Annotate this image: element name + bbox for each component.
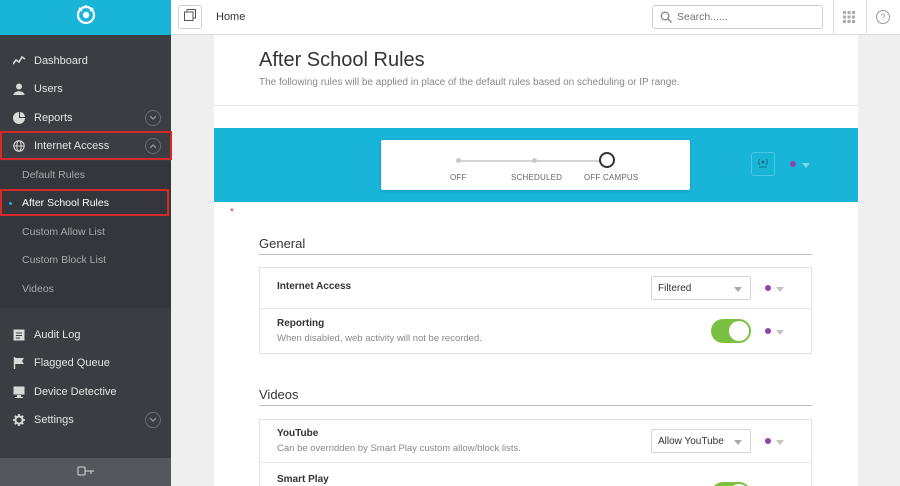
help-icon[interactable]: ?: [876, 10, 890, 24]
section-rule: [259, 254, 812, 255]
sidebar-subitem-default-rules[interactable]: Default Rules: [0, 161, 171, 189]
chevron-down-icon[interactable]: [145, 412, 161, 428]
sidebar-item-audit-log[interactable]: Audit Log: [0, 321, 171, 349]
sidebar-item-flagged-queue[interactable]: Flagged Queue: [0, 349, 171, 377]
sidebar-item-label: Dashboard: [34, 55, 88, 67]
sidebar-subitem-label: Default Rules: [22, 169, 86, 181]
search-input[interactable]: [677, 11, 807, 23]
sidebar-item-label: Settings: [34, 414, 74, 426]
sidebar: Dashboard Users Reports Internet Access: [0, 0, 172, 486]
chevron-down-icon: [734, 440, 742, 445]
sidebar-subitem-videos[interactable]: Videos: [0, 275, 171, 303]
divider: [833, 0, 834, 35]
row-title-reporting: Reporting: [277, 318, 325, 329]
sidebar-item-label: Device Detective: [34, 386, 117, 398]
override-dot[interactable]: [790, 161, 796, 167]
sidebar-subitem-label: Videos: [22, 283, 54, 295]
highlight-internet-access: [0, 131, 172, 160]
divider: [214, 105, 858, 106]
sidebar-subitem-label: Custom Block List: [22, 254, 107, 266]
highlight-after-school-rules: [0, 189, 169, 216]
mode-knob-selected[interactable]: [599, 152, 615, 168]
general-panel: Internet Access Filtered Reporting When …: [259, 267, 812, 354]
chevron-down-icon[interactable]: [145, 110, 161, 126]
sidebar-item-reports[interactable]: Reports: [0, 104, 171, 132]
page-subtitle: The following rules will be applied in p…: [259, 77, 680, 88]
app-logo[interactable]: [0, 0, 171, 35]
mode-label-scheduled[interactable]: SCHEDULED: [511, 173, 562, 182]
network-icon: [757, 155, 769, 173]
mode-banner: OFF SCHEDULED OFF CAMPUS: [214, 128, 858, 202]
select-value: Allow YouTube: [658, 435, 724, 447]
select-value: Filtered: [658, 282, 692, 294]
logo-icon: [75, 4, 97, 31]
device-icon: [12, 385, 26, 399]
row-title-smart-play: Smart Play: [277, 474, 329, 485]
mode-toggle[interactable]: OFF SCHEDULED OFF CAMPUS: [381, 140, 690, 190]
chevron-down-icon[interactable]: [776, 440, 784, 445]
sidebar-collapse-button[interactable]: [0, 458, 171, 486]
mode-dot-scheduled[interactable]: [532, 158, 537, 163]
search-icon: [660, 11, 672, 23]
window-toggle-button[interactable]: [178, 5, 202, 29]
section-title-general: General: [259, 236, 306, 251]
breadcrumb[interactable]: Home: [216, 11, 245, 23]
sidebar-subitem-custom-allow-list[interactable]: Custom Allow List: [0, 218, 171, 246]
sidebar-item-label: Flagged Queue: [34, 357, 110, 369]
sidebar-item-settings[interactable]: Settings: [0, 406, 171, 434]
row-title-youtube: YouTube: [277, 428, 319, 439]
window-icon: [184, 8, 196, 26]
chevron-down-icon[interactable]: [802, 163, 810, 168]
mode-dot-off[interactable]: [456, 158, 461, 163]
main-content: After School Rules The following rules w…: [214, 35, 858, 486]
page-title: After School Rules: [259, 49, 425, 71]
youtube-select[interactable]: Allow YouTube: [651, 429, 751, 453]
toggle-thumb: [729, 321, 749, 341]
sidebar-subitem-label: Custom Allow List: [22, 226, 105, 238]
reporting-toggle[interactable]: [711, 319, 751, 343]
row-desc-youtube: Can be overridden by Smart Play custom a…: [277, 443, 521, 454]
list-icon: [12, 328, 26, 342]
chevron-down-icon[interactable]: [776, 287, 784, 292]
override-dot[interactable]: [765, 285, 771, 291]
chevron-down-icon[interactable]: [776, 330, 784, 335]
divider: [866, 0, 867, 35]
network-settings-button[interactable]: [751, 152, 775, 176]
top-bar: Home ?: [171, 0, 900, 35]
sidebar-subnav: Default Rules After School Rules Custom …: [0, 161, 171, 308]
mode-label-off-campus[interactable]: OFF CAMPUS: [584, 173, 638, 182]
pie-chart-icon: [12, 111, 26, 125]
section-title-videos: Videos: [259, 387, 299, 402]
row-divider: [260, 308, 811, 309]
required-marker: *: [230, 207, 234, 218]
collapse-key-icon: [76, 463, 95, 481]
sidebar-item-label: Users: [34, 83, 63, 95]
apps-grid-icon[interactable]: [843, 11, 855, 23]
gear-icon: [12, 413, 26, 427]
sidebar-item-users[interactable]: Users: [0, 75, 171, 103]
smart-play-toggle[interactable]: [711, 482, 751, 486]
override-dot[interactable]: [765, 328, 771, 334]
section-rule: [259, 405, 812, 406]
row-desc-reporting: When disabled, web activity will not be …: [277, 333, 482, 344]
row-title-internet-access: Internet Access: [277, 281, 352, 292]
chart-line-icon: [12, 54, 26, 68]
sidebar-item-label: Audit Log: [34, 329, 81, 341]
override-dot[interactable]: [765, 438, 771, 444]
sidebar-item-device-detective[interactable]: Device Detective: [0, 378, 171, 406]
chevron-down-icon: [734, 287, 742, 292]
videos-panel: YouTube Can be overridden by Smart Play …: [259, 419, 812, 486]
sidebar-item-label: Reports: [34, 112, 73, 124]
flag-icon: [12, 356, 26, 370]
row-divider: [260, 462, 811, 463]
internet-access-select[interactable]: Filtered: [651, 276, 751, 300]
sidebar-subitem-custom-block-list[interactable]: Custom Block List: [0, 246, 171, 274]
user-icon: [12, 82, 26, 96]
mode-label-off[interactable]: OFF: [450, 173, 467, 182]
search-box[interactable]: [652, 5, 823, 29]
sidebar-item-dashboard[interactable]: Dashboard: [0, 47, 171, 75]
